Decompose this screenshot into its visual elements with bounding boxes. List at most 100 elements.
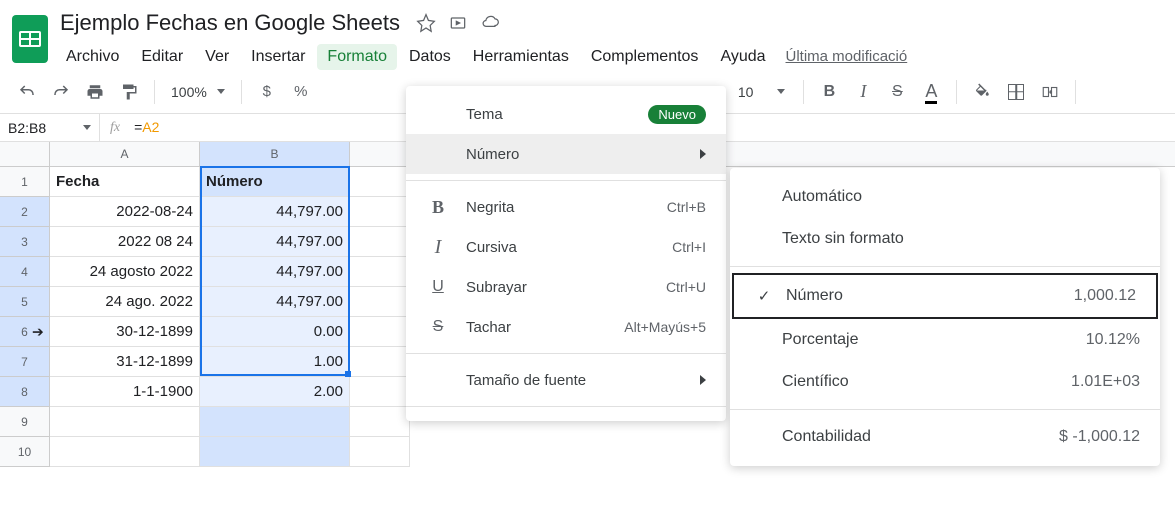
submenu-arrow-icon [700, 375, 706, 385]
name-box[interactable]: B2:B8 [0, 114, 100, 141]
cell-a9[interactable] [50, 407, 200, 437]
formula-input[interactable]: =A2 [130, 119, 163, 136]
zoom-select[interactable]: 100% [165, 84, 231, 100]
cell-a1[interactable]: Fecha [50, 167, 200, 197]
row-header-8[interactable]: 8 [0, 377, 50, 407]
cell-a8[interactable]: 1-1-1900 [50, 377, 200, 407]
document-title[interactable]: Ejemplo Fechas en Google Sheets [56, 8, 404, 38]
number-porcentaje[interactable]: Porcentaje 10.12% [730, 319, 1160, 361]
number-automatico[interactable]: Automático [730, 176, 1160, 218]
cell-c10[interactable] [350, 437, 410, 467]
cell-c1[interactable] [350, 167, 410, 197]
currency-button[interactable]: $ [252, 77, 282, 107]
cell-c7[interactable] [350, 347, 410, 377]
number-cientifico[interactable]: Científico 1.01E+03 [730, 361, 1160, 403]
italic-button[interactable]: I [848, 77, 878, 107]
menu-formato[interactable]: Formato [317, 44, 397, 70]
number-contabilidad[interactable]: Contabilidad $ -1,000.12 [730, 416, 1160, 458]
row-header-5[interactable]: 5 [0, 287, 50, 317]
redo-icon[interactable] [46, 77, 76, 107]
cell-a10[interactable] [50, 437, 200, 467]
fill-color-button[interactable] [967, 77, 997, 107]
cell-b9[interactable] [200, 407, 350, 437]
cell-b3[interactable]: 44,797.00 [200, 227, 350, 257]
row-header-9[interactable]: 9 [0, 407, 50, 437]
row-header-3[interactable]: 3 [0, 227, 50, 257]
cell-a7[interactable]: 31-12-1899 [50, 347, 200, 377]
menu-datos[interactable]: Datos [399, 44, 461, 70]
move-icon[interactable] [448, 13, 468, 33]
last-modified-link[interactable]: Última modificació [778, 44, 916, 70]
column-header-c[interactable] [350, 142, 410, 166]
menu-separator [730, 266, 1160, 267]
cloud-icon[interactable] [480, 13, 500, 33]
menu-separator [730, 409, 1160, 410]
borders-button[interactable] [1001, 77, 1031, 107]
cell-b2[interactable]: 44,797.00 [200, 197, 350, 227]
strikethrough-button[interactable]: S [882, 77, 912, 107]
row-header-10[interactable]: 10 [0, 437, 50, 467]
menu-ayuda[interactable]: Ayuda [710, 44, 775, 70]
merge-button[interactable] [1035, 77, 1065, 107]
format-tema[interactable]: Tema Nuevo [406, 94, 726, 134]
cell-c9[interactable] [350, 407, 410, 437]
sheets-logo[interactable] [12, 15, 48, 63]
menu-editar[interactable]: Editar [131, 44, 193, 70]
number-texto[interactable]: Texto sin formato [730, 218, 1160, 260]
undo-icon[interactable] [12, 77, 42, 107]
percent-button[interactable]: % [286, 77, 316, 107]
cell-c8[interactable] [350, 377, 410, 407]
format-numero[interactable]: Número [406, 134, 726, 174]
fx-icon: fx [100, 120, 130, 136]
font-size-select[interactable]: 10 [730, 84, 794, 100]
number-submenu-dropdown: Automático Texto sin formato ✓ Número 1,… [730, 168, 1160, 466]
cell-a2[interactable]: 2022-08-24 [50, 197, 200, 227]
cell-c2[interactable] [350, 197, 410, 227]
row-header-2[interactable]: 2 [0, 197, 50, 227]
cell-c6[interactable] [350, 317, 410, 347]
row-header-1[interactable]: 1 [0, 167, 50, 197]
cell-b4[interactable]: 44,797.00 [200, 257, 350, 287]
cell-a3[interactable]: 2022 08 24 [50, 227, 200, 257]
menu-archivo[interactable]: Archivo [56, 44, 129, 70]
cell-b1[interactable]: Número [200, 167, 350, 197]
text-color-button[interactable]: A [916, 77, 946, 107]
column-header-b[interactable]: B [200, 142, 350, 166]
print-icon[interactable] [80, 77, 110, 107]
menu-separator [406, 180, 726, 181]
menu-insertar[interactable]: Insertar [241, 44, 315, 70]
row-header-4[interactable]: 4 [0, 257, 50, 287]
submenu-arrow-icon [700, 149, 706, 159]
menu-ver[interactable]: Ver [195, 44, 239, 70]
format-cursiva[interactable]: I Cursiva Ctrl+I [406, 227, 726, 267]
select-all-corner[interactable] [0, 142, 50, 166]
cell-a4[interactable]: 24 agosto 2022 [50, 257, 200, 287]
paint-format-icon[interactable] [114, 77, 144, 107]
cell-c5[interactable] [350, 287, 410, 317]
cell-a5[interactable]: 24 ago. 2022 [50, 287, 200, 317]
format-negrita[interactable]: B Negrita Ctrl+B [406, 187, 726, 227]
menu-complementos[interactable]: Complementos [581, 44, 709, 70]
format-subrayar[interactable]: U Subrayar Ctrl+U [406, 267, 726, 307]
cell-b6[interactable]: 0.00 [200, 317, 350, 347]
number-numero[interactable]: ✓ Número 1,000.12 [732, 273, 1158, 319]
format-menu-dropdown: Tema Nuevo Número B Negrita Ctrl+B I Cur… [406, 86, 726, 421]
bold-button[interactable]: B [814, 77, 844, 107]
italic-icon: I [426, 236, 450, 259]
row-header-7[interactable]: 7 [0, 347, 50, 377]
bold-icon: B [426, 197, 450, 218]
cell-b5[interactable]: 44,797.00 [200, 287, 350, 317]
format-tachar[interactable]: S Tachar Alt+Mayús+5 [406, 307, 726, 347]
star-icon[interactable] [416, 13, 436, 33]
strikethrough-icon: S [426, 318, 450, 336]
cell-b10[interactable] [200, 437, 350, 467]
cell-b7[interactable]: 1.00 [200, 347, 350, 377]
menu-herramientas[interactable]: Herramientas [463, 44, 579, 70]
format-tamano-fuente[interactable]: Tamaño de fuente [406, 360, 726, 400]
cell-c3[interactable] [350, 227, 410, 257]
cell-c4[interactable] [350, 257, 410, 287]
row-header-6[interactable]: 6➔ [0, 317, 50, 347]
column-header-a[interactable]: A [50, 142, 200, 166]
cell-a6[interactable]: 30-12-1899 [50, 317, 200, 347]
cell-b8[interactable]: 2.00 [200, 377, 350, 407]
